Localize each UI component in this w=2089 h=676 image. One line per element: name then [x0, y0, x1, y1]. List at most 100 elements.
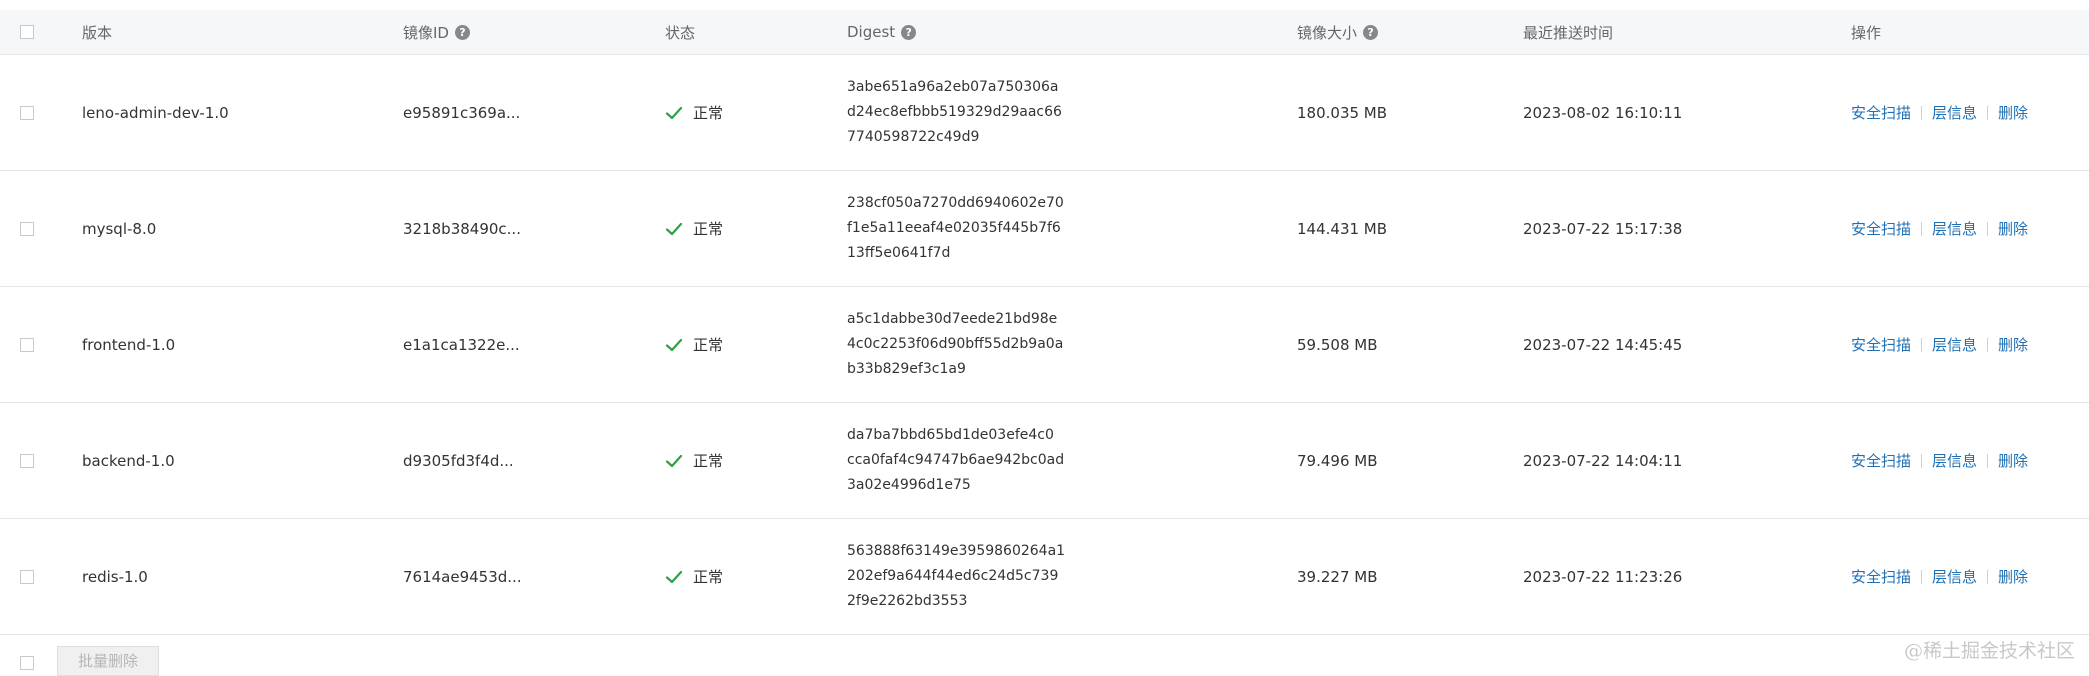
image-id-cell: 7614ae9453d... — [403, 519, 522, 634]
table-row: redis-1.0 7614ae9453d... 正常 563888f63149… — [0, 519, 2089, 635]
header-actions: 操作 — [1851, 10, 1881, 54]
header-version: 版本 — [82, 10, 112, 54]
image-id-cell: d9305fd3f4d... — [403, 403, 514, 518]
actions-cell: 安全扫描 层信息 删除 — [1851, 171, 2028, 286]
action-divider — [1921, 105, 1923, 120]
actions-cell: 安全扫描 层信息 删除 — [1851, 403, 2028, 518]
table-body: leno-admin-dev-1.0 e95891c369a... 正常 3ab… — [0, 55, 2089, 635]
security-scan-link[interactable]: 安全扫描 — [1851, 334, 1911, 355]
header-digest-label: Digest — [847, 23, 896, 41]
header-size-label: 镜像大小 — [1297, 23, 1358, 42]
help-icon[interactable]: ? — [1363, 24, 1379, 40]
select-all-cell — [20, 10, 34, 54]
layer-info-link[interactable]: 层信息 — [1932, 450, 1977, 471]
security-scan-link[interactable]: 安全扫描 — [1851, 102, 1911, 123]
row-checkbox[interactable] — [20, 569, 34, 584]
header-version-label: 版本 — [82, 23, 113, 42]
row-checkbox[interactable] — [20, 453, 34, 468]
batch-delete-button[interactable]: 批量删除 — [57, 646, 159, 676]
pushed-at-cell: 2023-07-22 11:23:26 — [1523, 519, 1682, 634]
action-divider — [1987, 337, 1989, 352]
digest-line: 13ff5e0641f7d — [847, 245, 951, 261]
layer-info-link[interactable]: 层信息 — [1932, 102, 1977, 123]
row-checkbox[interactable] — [20, 105, 34, 120]
pushed-at-text: 2023-07-22 14:45:45 — [1523, 335, 1683, 354]
help-icon[interactable]: ? — [454, 24, 470, 40]
version-cell: mysql-8.0 — [82, 171, 156, 286]
footer-select-all-checkbox[interactable] — [20, 656, 34, 670]
table-header: 版本 镜像ID ? 状态 Digest ? 镜像大小 ? 最近推送时间 操作 — [0, 10, 2089, 55]
security-scan-link[interactable]: 安全扫描 — [1851, 450, 1911, 471]
digest-text: 238cf050a7270dd6940602e70 f1e5a11eeaf4e0… — [847, 191, 1064, 266]
digest-cell: a5c1dabbe30d7eede21bd98e 4c0c2253f06d90b… — [847, 287, 1063, 402]
image-versions-table: 版本 镜像ID ? 状态 Digest ? 镜像大小 ? 最近推送时间 操作 l… — [0, 10, 2089, 635]
digest-line: da7ba7bbd65bd1de03efe4c0 — [847, 427, 1054, 443]
delete-link[interactable]: 删除 — [1998, 218, 2028, 239]
table-row: frontend-1.0 e1a1ca1322e... 正常 a5c1dabbe… — [0, 287, 2089, 403]
action-divider — [1987, 453, 1989, 468]
select-all-checkbox[interactable] — [20, 25, 34, 39]
help-icon[interactable]: ? — [901, 24, 917, 40]
delete-link[interactable]: 删除 — [1998, 566, 2028, 587]
row-select-cell — [20, 55, 34, 170]
table-footer: 批量删除 — [0, 634, 2089, 676]
version-text: mysql-8.0 — [82, 219, 157, 238]
size-text: 59.508 MB — [1297, 335, 1378, 354]
actions-cell: 安全扫描 层信息 删除 — [1851, 55, 2028, 170]
version-cell: backend-1.0 — [82, 403, 175, 518]
digest-line: 4c0c2253f06d90bff55d2b9a0a — [847, 336, 1064, 352]
digest-line: b33b829ef3c1a9 — [847, 361, 966, 377]
action-divider — [1921, 221, 1923, 236]
row-select-cell — [20, 403, 34, 518]
header-pushed-at: 最近推送时间 — [1523, 10, 1613, 54]
size-text: 39.227 MB — [1297, 567, 1378, 586]
check-icon — [665, 106, 683, 119]
layer-info-link[interactable]: 层信息 — [1932, 334, 1977, 355]
version-cell: redis-1.0 — [82, 519, 148, 634]
action-divider — [1921, 337, 1923, 352]
version-text: leno-admin-dev-1.0 — [82, 103, 229, 122]
image-id-text: d9305fd3f4d... — [403, 451, 514, 470]
digest-text: a5c1dabbe30d7eede21bd98e 4c0c2253f06d90b… — [847, 307, 1063, 382]
row-checkbox[interactable] — [20, 337, 34, 352]
status-cell: 正常 — [665, 519, 723, 634]
row-select-cell — [20, 287, 34, 402]
pushed-at-text: 2023-07-22 14:04:11 — [1523, 451, 1683, 470]
header-size: 镜像大小 ? — [1297, 10, 1379, 54]
row-select-cell — [20, 519, 34, 634]
layer-info-link[interactable]: 层信息 — [1932, 218, 1977, 239]
action-divider — [1987, 105, 1989, 120]
delete-link[interactable]: 删除 — [1998, 102, 2028, 123]
digest-text: 3abe651a96a2eb07a750306a d24ec8efbbb5193… — [847, 75, 1062, 150]
size-cell: 39.227 MB — [1297, 519, 1378, 634]
size-text: 79.496 MB — [1297, 451, 1378, 470]
digest-line: 3abe651a96a2eb07a750306a — [847, 79, 1059, 95]
status-cell: 正常 — [665, 171, 723, 286]
digest-line: 7740598722c49d9 — [847, 129, 980, 145]
header-image-id: 镜像ID ? — [403, 10, 470, 54]
check-icon — [665, 338, 683, 351]
action-divider — [1921, 453, 1923, 468]
pushed-at-text: 2023-07-22 11:23:26 — [1523, 567, 1683, 586]
security-scan-link[interactable]: 安全扫描 — [1851, 566, 1911, 587]
table-row: leno-admin-dev-1.0 e95891c369a... 正常 3ab… — [0, 55, 2089, 171]
row-checkbox[interactable] — [20, 221, 34, 236]
digest-line: 3a02e4996d1e75 — [847, 477, 971, 493]
size-text: 144.431 MB — [1297, 219, 1388, 238]
pushed-at-cell: 2023-07-22 14:04:11 — [1523, 403, 1682, 518]
security-scan-link[interactable]: 安全扫描 — [1851, 218, 1911, 239]
pushed-at-cell: 2023-07-22 14:45:45 — [1523, 287, 1682, 402]
layer-info-link[interactable]: 层信息 — [1932, 566, 1977, 587]
digest-line: d24ec8efbbb519329d29aac66 — [847, 104, 1062, 120]
action-divider — [1987, 221, 1989, 236]
size-text: 180.035 MB — [1297, 103, 1388, 122]
delete-link[interactable]: 删除 — [1998, 450, 2028, 471]
digest-line: 2f9e2262bd3553 — [847, 593, 968, 609]
digest-text: da7ba7bbd65bd1de03efe4c0 cca0faf4c94747b… — [847, 423, 1064, 498]
version-text: redis-1.0 — [82, 567, 148, 586]
pushed-at-cell: 2023-08-02 16:10:11 — [1523, 55, 1682, 170]
size-cell: 59.508 MB — [1297, 287, 1378, 402]
check-icon — [665, 222, 683, 235]
image-id-text: 7614ae9453d... — [403, 567, 522, 586]
delete-link[interactable]: 删除 — [1998, 334, 2028, 355]
